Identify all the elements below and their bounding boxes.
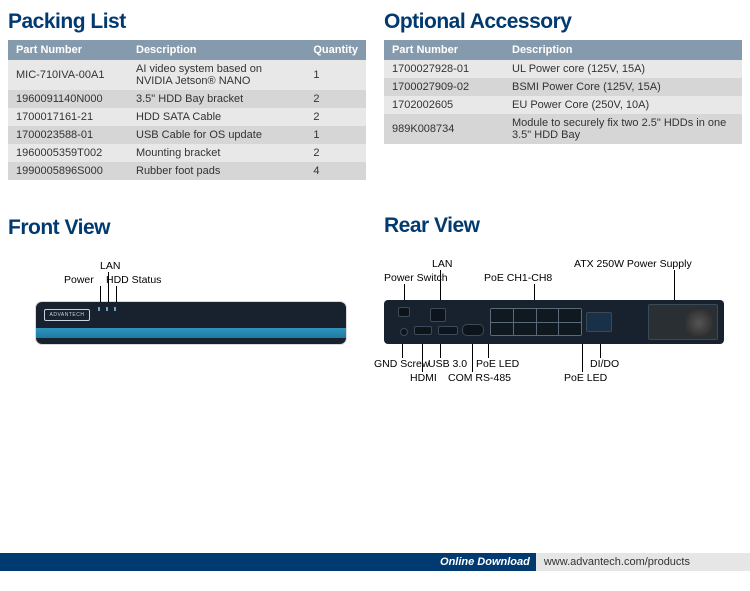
section-title-rear: Rear View	[384, 214, 742, 238]
cell-desc: Module to securely fix two 2.5" HDDs in …	[504, 114, 742, 144]
rear-device	[384, 300, 724, 344]
usb-port-icon	[438, 326, 458, 335]
table-row: MIC-710IVA-00A1AI video system based on …	[8, 60, 366, 90]
cell-pn: 1700027909-02	[384, 78, 504, 96]
cell-pn: MIC-710IVA-00A1	[8, 60, 128, 90]
th-part-number: Part Number	[384, 40, 504, 60]
label-hdd: HDD Status	[106, 274, 161, 286]
cell-pn: 989K008734	[384, 114, 504, 144]
cell-desc: 3.5" HDD Bay bracket	[128, 90, 305, 108]
table-row: 1990005896S000Rubber foot pads4	[8, 162, 366, 180]
cell-qty: 4	[305, 162, 366, 180]
cell-pn: 1960005359T002	[8, 144, 128, 162]
cell-desc: Rubber foot pads	[128, 162, 305, 180]
th-part-number: Part Number	[8, 40, 128, 60]
cell-pn: 1700023588-01	[8, 126, 128, 144]
table-row: 1700023588-01USB Cable for OS update1	[8, 126, 366, 144]
cell-desc: USB Cable for OS update	[128, 126, 305, 144]
advantech-logo: ADVANTECH	[44, 309, 90, 321]
cell-desc: Mounting bracket	[128, 144, 305, 162]
label-hdmi: HDMI	[410, 372, 437, 384]
section-title-packing: Packing List	[8, 10, 366, 34]
cell-qty: 2	[305, 90, 366, 108]
psu-icon	[648, 304, 718, 340]
table-row: 1960091140N0003.5" HDD Bay bracket2	[8, 90, 366, 108]
footer-label: Online Download	[440, 556, 536, 568]
lan-led-icon	[106, 307, 108, 311]
cell-pn: 1702002605	[384, 96, 504, 114]
label-dido: DI/DO	[590, 358, 619, 370]
label-power: Power	[64, 274, 94, 286]
table-row: 1700017161-21HDD SATA Cable2	[8, 108, 366, 126]
cell-qty: 1	[305, 60, 366, 90]
front-stripe	[36, 328, 346, 338]
footer-url: www.advantech.com/products	[536, 553, 750, 571]
footer-bar: Online Download www.advantech.com/produc…	[0, 553, 750, 571]
th-description: Description	[504, 40, 742, 60]
table-row: 1702002605EU Power Core (250V, 10A)	[384, 96, 742, 114]
cell-pn: 1960091140N000	[8, 90, 128, 108]
label-poe-led2: PoE LED	[564, 372, 607, 384]
cell-pn: 1700017161-21	[8, 108, 128, 126]
cell-desc: BSMI Power Core (125V, 15A)	[504, 78, 742, 96]
table-row: 1700027909-02BSMI Power Core (125V, 15A)	[384, 78, 742, 96]
front-device: ADVANTECH	[36, 302, 346, 344]
section-title-front: Front View	[8, 216, 366, 240]
optional-table: Part Number Description 1700027928-01UL …	[384, 40, 742, 144]
psu-fan-icon	[685, 309, 713, 337]
label-usb: USB 3.0	[428, 358, 467, 370]
lan-port-icon	[430, 308, 446, 322]
label-gnd: GND Screw	[374, 358, 429, 370]
table-row: 1960005359T002Mounting bracket2	[8, 144, 366, 162]
cell-pn: 1990005896S000	[8, 162, 128, 180]
label-lan: LAN	[432, 258, 452, 270]
front-view-diagram: Power LAN HDD Status ADVANTECH	[8, 246, 366, 416]
label-poe-led: PoE LED	[476, 358, 519, 370]
th-quantity: Quantity	[305, 40, 366, 60]
label-lan: LAN	[100, 260, 120, 272]
cell-desc: UL Power core (125V, 15A)	[504, 60, 742, 78]
cell-qty: 2	[305, 108, 366, 126]
th-description: Description	[128, 40, 305, 60]
label-com: COM RS-485	[448, 372, 511, 384]
section-title-optional: Optional Accessory	[384, 10, 742, 34]
gnd-screw-icon	[400, 328, 408, 336]
label-power-switch: Power Switch	[384, 272, 448, 284]
power-switch-icon	[398, 307, 410, 317]
table-row: 989K008734Module to securely fix two 2.5…	[384, 114, 742, 144]
hdmi-port-icon	[414, 326, 432, 335]
hdd-led-icon	[114, 307, 116, 311]
label-psu: ATX 250W Power Supply	[574, 258, 692, 270]
rear-view-diagram: Power Switch LAN PoE CH1-CH8 ATX 250W Po…	[384, 244, 742, 414]
dido-port-icon	[586, 312, 612, 332]
com-port-icon	[462, 324, 484, 336]
cell-pn: 1700027928-01	[384, 60, 504, 78]
cell-desc: AI video system based on NVIDIA Jetson® …	[128, 60, 305, 90]
label-poe-ch: PoE CH1-CH8	[484, 272, 552, 284]
cell-desc: EU Power Core (250V, 10A)	[504, 96, 742, 114]
power-led-icon	[98, 307, 100, 311]
table-row: 1700027928-01UL Power core (125V, 15A)	[384, 60, 742, 78]
cell-desc: HDD SATA Cable	[128, 108, 305, 126]
cell-qty: 1	[305, 126, 366, 144]
packing-table: Part Number Description Quantity MIC-710…	[8, 40, 366, 180]
poe-ports-icon	[490, 308, 582, 336]
cell-qty: 2	[305, 144, 366, 162]
